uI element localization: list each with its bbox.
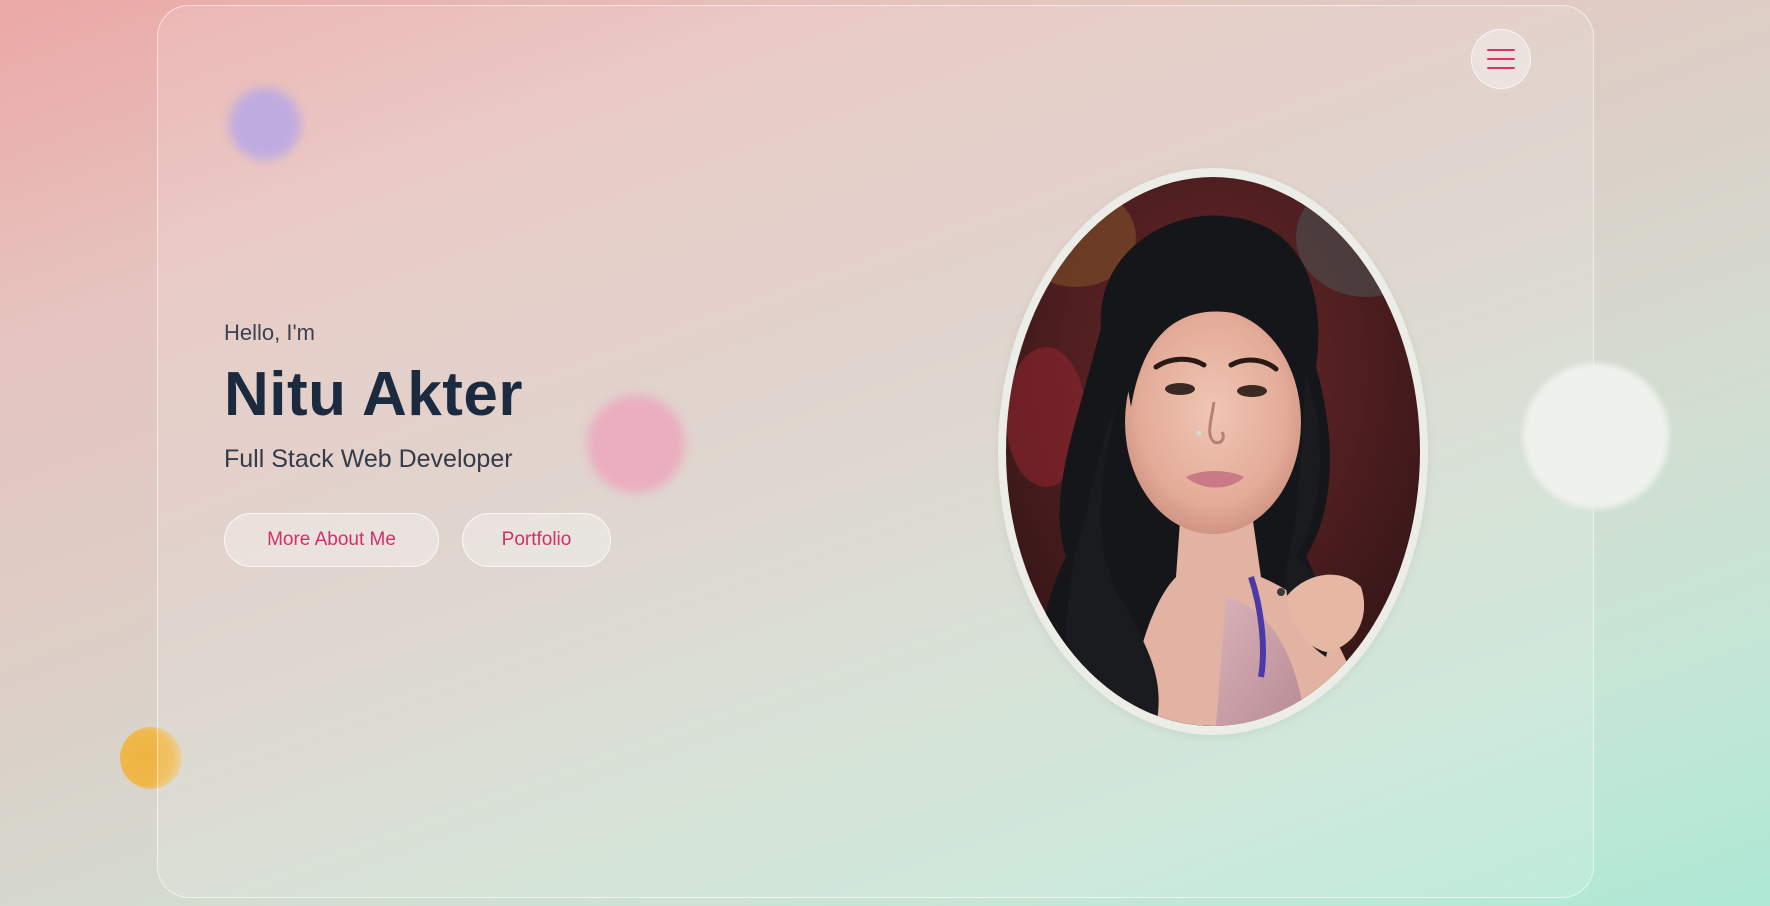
hero-actions: More About Me Portfolio bbox=[224, 513, 611, 567]
hero-intro: Hello, I'm Nitu Akter Full Stack Web Dev… bbox=[224, 318, 784, 476]
decorative-white-circle bbox=[1523, 363, 1669, 509]
portfolio-button[interactable]: Portfolio bbox=[462, 513, 611, 567]
hero-role: Full Stack Web Developer bbox=[224, 445, 513, 473]
menu-button[interactable] bbox=[1471, 29, 1531, 89]
profile-photo bbox=[1006, 177, 1420, 726]
hero-name: Nitu Akter bbox=[224, 360, 523, 429]
more-about-me-button[interactable]: More About Me bbox=[224, 513, 439, 567]
hamburger-menu-icon bbox=[1487, 48, 1515, 70]
profile-photo-frame bbox=[998, 168, 1428, 735]
greeting-text: Hello, I'm bbox=[224, 320, 315, 345]
